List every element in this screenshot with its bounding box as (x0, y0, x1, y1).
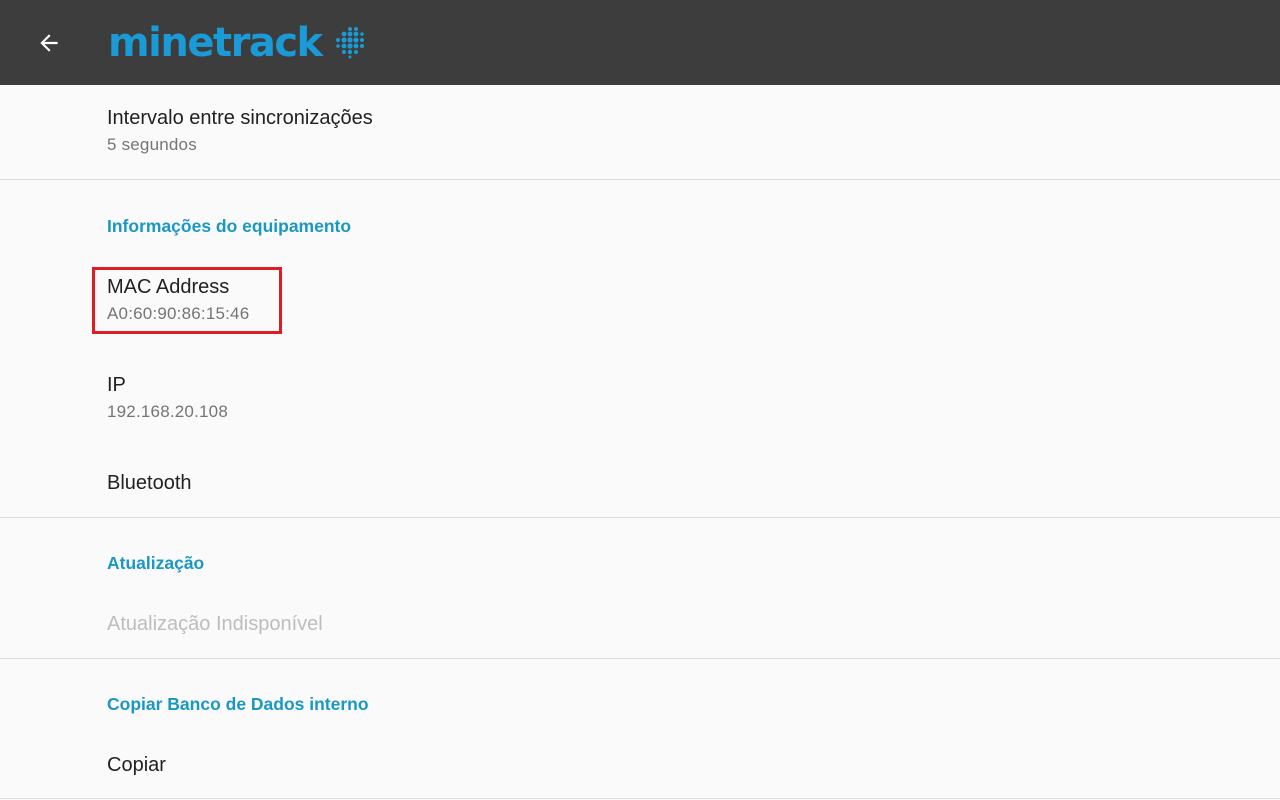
ip-value: 192.168.20.108 (107, 402, 228, 421)
mac-address-value: A0:60:90:86:15:46 (107, 304, 250, 323)
update-preference: Atualização Indisponível (107, 612, 323, 636)
sync-interval-summary: 5 segundos (107, 135, 197, 154)
divider (0, 798, 1280, 799)
copy-title: Copiar (107, 754, 166, 776)
logo-text: minetrack (108, 20, 323, 66)
bluetooth-preference[interactable]: Bluetooth (107, 471, 192, 495)
update-category: Atualização (107, 553, 205, 573)
arrow-left-icon (40, 34, 58, 52)
ip-preference[interactable]: IP 192.168.20.108 (107, 373, 228, 423)
back-button[interactable] (28, 22, 70, 64)
sync-interval-title: Intervalo entre sincronizações (107, 107, 373, 129)
minetrack-logo: minetrack (108, 18, 364, 68)
settings-list: Intervalo entre sincronizações 5 segundo… (0, 85, 1280, 800)
divider (0, 517, 1280, 518)
logo-dots-icon (335, 27, 364, 59)
sync-interval-preference[interactable]: Intervalo entre sincronizações 5 segundo… (107, 106, 373, 156)
equipment-info-category: Informações do equipamento (107, 216, 352, 236)
copy-database-preference[interactable]: Copiar (107, 753, 166, 777)
mac-address-preference[interactable]: MAC Address A0:60:90:86:15:46 (107, 275, 249, 325)
bluetooth-title: Bluetooth (107, 472, 192, 494)
ip-title: IP (107, 374, 126, 396)
database-category: Copiar Banco de Dados interno (107, 694, 369, 714)
mac-address-title: MAC Address (107, 276, 230, 298)
app-bar: minetrack (0, 0, 1280, 85)
divider (0, 658, 1280, 659)
divider (0, 179, 1280, 180)
update-status: Atualização Indisponível (107, 613, 323, 635)
